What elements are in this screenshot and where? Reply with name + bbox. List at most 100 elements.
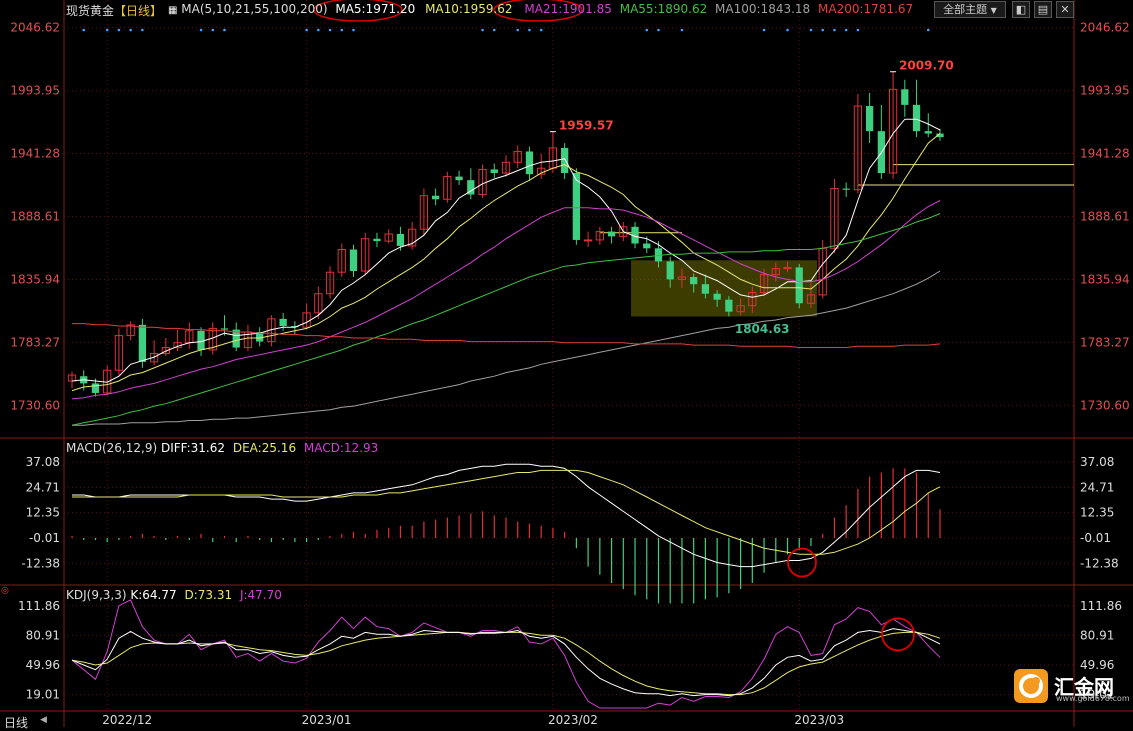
y-tick-label-right: 37.08 [1080, 455, 1114, 469]
x-tick-label: 2023/02 [548, 713, 598, 727]
ma200-value: MA200:1781.67 [818, 2, 914, 16]
event-dot [305, 28, 308, 32]
y-tick-label-right: 1993.95 [1080, 84, 1130, 98]
y-tick-label: 37.08 [26, 455, 60, 469]
x-tick-label: 2022/12 [102, 713, 152, 727]
event-dot [211, 28, 215, 32]
chart-header: 现货黄金【日线】 [66, 2, 162, 19]
x-tick-label: 2023/01 [302, 713, 352, 727]
y-tick-label-right: -0.01 [1080, 531, 1111, 545]
scroll-left-icon[interactable]: ◀ [40, 715, 47, 725]
y-tick-label: 24.71 [26, 480, 60, 494]
y-tick-label: -12.38 [21, 556, 60, 570]
panel-marker-icon: ◎ [1, 586, 9, 596]
candle-body [91, 383, 100, 393]
site-logo: 汇金网 www.gold678.com [1014, 669, 1130, 705]
x-tick-label: 2023/03 [794, 713, 844, 727]
candle-body [138, 324, 147, 362]
kdj-name: KDJ(9,3,3) [66, 588, 127, 602]
logo-site: www.gold678.com [1056, 694, 1130, 703]
candle-body [220, 328, 229, 330]
event-dot [352, 28, 355, 32]
candle-body [901, 89, 909, 105]
candle-body [279, 318, 287, 327]
event-dot [129, 28, 132, 32]
candle-body [795, 267, 803, 304]
ma100-value: MA100:1843.18 [715, 2, 811, 16]
candle-body [690, 277, 698, 285]
y-tick-label-right: -12.38 [1080, 556, 1119, 570]
crossover-circle [787, 547, 817, 578]
y-tick-label: 12.35 [26, 506, 60, 520]
candle-body [912, 104, 921, 132]
chart-icon: ▦ [168, 5, 178, 16]
y-tick-label: 49.96 [26, 658, 60, 672]
ma-legend: ▦ MA(5,10,21,55,100,200) MA5:1971.20 MA1… [168, 2, 913, 16]
price-chart: 2046.62 2046.62 1993.95 1993.95 1941.28 1941.… [0, 0, 1133, 727]
candle-body [583, 239, 593, 242]
candle-body [607, 231, 616, 237]
ma55-value: MA55:1890.62 [619, 2, 708, 16]
event-dot [82, 28, 86, 32]
event-dot [821, 28, 825, 32]
candle-body [713, 293, 721, 300]
event-dot [539, 28, 543, 32]
y-tick-label-right: 1835.94 [1080, 272, 1130, 286]
y-tick-label: 1835.94 [10, 272, 60, 286]
candle-body [865, 106, 874, 132]
macd-name: MACD(26,12,9) [66, 441, 158, 455]
event-dot [786, 28, 789, 32]
dea-value: DEA:25.16 [232, 441, 297, 455]
event-dot [833, 28, 836, 32]
candle-body [490, 169, 498, 173]
price-annotation: 1959.57 [559, 119, 614, 133]
candle-body [842, 188, 850, 190]
y-tick-label: 2046.62 [10, 21, 60, 35]
price-annotation: 1804.63 [735, 322, 790, 336]
y-tick-label-right: 111.86 [1080, 599, 1122, 613]
candle-body [666, 261, 674, 280]
d-value: D:73.31 [184, 588, 233, 602]
y-tick-label-right: 80.91 [1080, 628, 1114, 642]
ma10-value: MA10:1959.62 [425, 2, 513, 16]
event-dot [516, 28, 520, 32]
event-dot [645, 28, 649, 32]
footer-period-tab[interactable]: 日线 [4, 714, 28, 731]
event-dot [492, 28, 496, 32]
y-tick-label-right: 2046.62 [1080, 21, 1130, 35]
y-tick-label: 19.01 [26, 688, 60, 702]
event-dot [481, 28, 484, 32]
instrument-name: 现货黄金 [66, 4, 115, 18]
candle-body [924, 131, 932, 134]
event-dot [926, 28, 930, 32]
kdj-header: KDJ(9,3,3) K:64.77 D:73.31 J:47.70 [66, 588, 282, 602]
kdj-d-line [71, 631, 941, 696]
ma-group-label: MA(5,10,21,55,100,200) [181, 2, 328, 16]
event-dot [809, 28, 813, 32]
candle-body [431, 195, 440, 200]
event-dot [657, 28, 660, 32]
event-dot [117, 28, 121, 32]
macd-header: MACD(26,12,9) DIFF:31.62 DEA:25.16 MACD:… [66, 441, 378, 455]
event-dot [680, 28, 684, 32]
period-label[interactable]: 【日线】 [114, 4, 162, 18]
theme-select-button[interactable]: 全部主题 ▼ [934, 1, 1006, 18]
y-tick-label: 1730.60 [10, 398, 60, 412]
y-tick-label: -0.01 [29, 531, 60, 545]
event-dot [141, 28, 144, 32]
event-dot [223, 28, 226, 32]
y-tick-label-right: 1730.60 [1080, 398, 1130, 412]
event-dot [528, 28, 531, 32]
crossover-circle [881, 617, 915, 652]
event-dot [340, 28, 344, 32]
y-tick-label: 1783.27 [10, 335, 60, 349]
candle-body [572, 172, 581, 240]
layout-icon[interactable]: ▤ [1034, 1, 1052, 18]
settings-icon[interactable]: ◧ [1012, 1, 1030, 18]
event-dot [328, 28, 332, 32]
kdj-k-line [71, 628, 941, 697]
event-dot [199, 28, 203, 32]
candle-body [455, 176, 463, 181]
ma5-value: MA5:1971.20 [335, 2, 416, 16]
close-icon[interactable]: ✕ [1056, 1, 1074, 18]
